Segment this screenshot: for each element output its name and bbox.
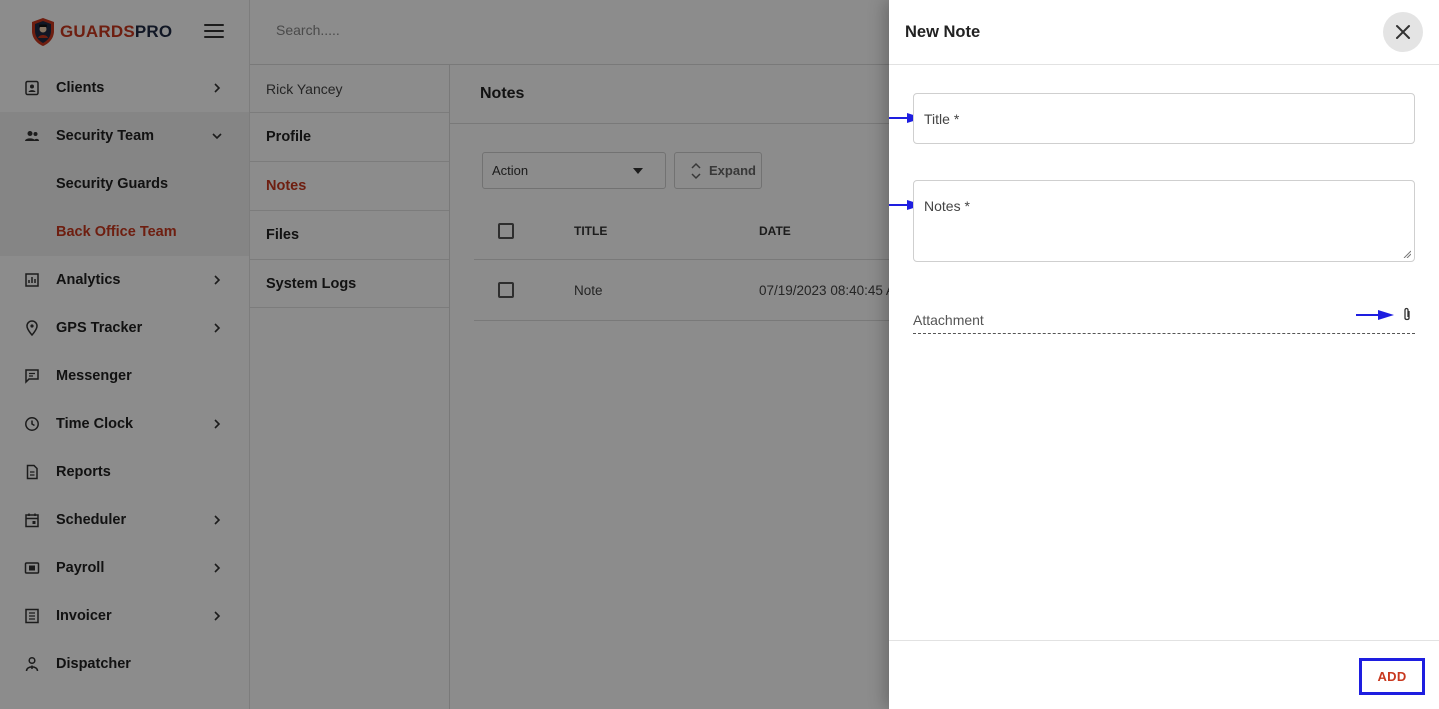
notes-field-label: Notes * [924, 198, 970, 214]
close-button[interactable] [1383, 12, 1423, 52]
add-button[interactable]: ADD [1359, 658, 1425, 695]
annotation-arrow-icon [1356, 310, 1394, 320]
drawer-footer: ADD [889, 640, 1439, 709]
drawer-header: New Note [889, 0, 1439, 65]
resize-handle-icon[interactable] [1403, 250, 1411, 258]
notes-textarea[interactable]: Notes * [913, 180, 1415, 262]
drawer-title: New Note [905, 22, 981, 41]
modal-backdrop[interactable] [0, 0, 889, 709]
title-input[interactable]: Title * [913, 93, 1415, 144]
attachment-field[interactable]: Attachment [913, 305, 1415, 334]
new-note-drawer: New Note Title * Notes * Attachment ADD [889, 0, 1439, 709]
close-icon [1396, 25, 1410, 39]
title-field-label: Title * [924, 111, 960, 127]
paperclip-icon[interactable] [1401, 307, 1413, 323]
attachment-label: Attachment [913, 312, 984, 328]
